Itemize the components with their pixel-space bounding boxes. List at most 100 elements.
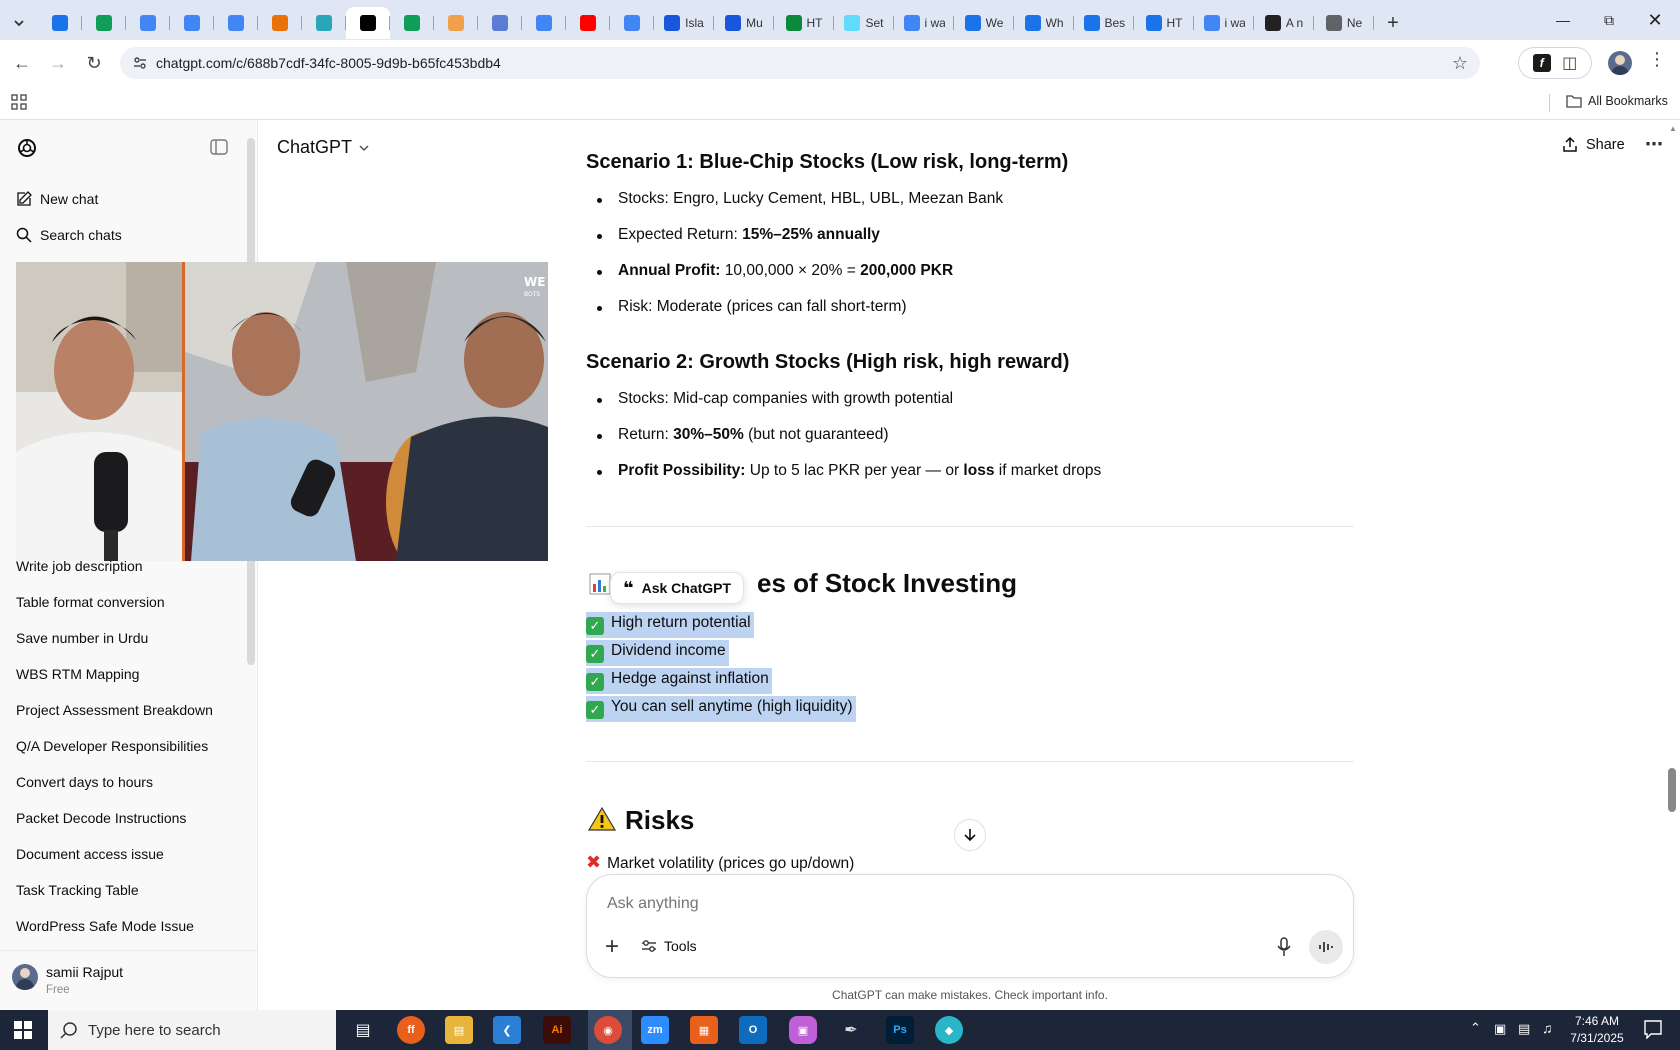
user-avatar[interactable]: [12, 964, 38, 990]
video-overlay[interactable]: WE BOTS: [16, 262, 548, 561]
browser-tab[interactable]: [566, 7, 610, 39]
microphone-icon[interactable]: [1276, 937, 1292, 962]
tab-title: Wh: [1045, 16, 1064, 30]
reload-button[interactable]: ↻: [79, 48, 109, 78]
minimize-button[interactable]: —: [1540, 0, 1586, 40]
creative-cloud-icon[interactable]: ▣: [789, 1016, 817, 1044]
forward-button[interactable]: →: [43, 48, 73, 78]
task-view-icon[interactable]: ▤: [349, 1016, 377, 1044]
browser-tab[interactable]: [478, 7, 522, 39]
browser-tab[interactable]: [302, 7, 346, 39]
browser-tab[interactable]: i wa: [894, 7, 954, 39]
browser-menu-icon[interactable]: ⋮: [1648, 49, 1666, 70]
main-scrollbar-thumb[interactable]: [1668, 768, 1676, 812]
tray-display-icon[interactable]: ▣: [1494, 1021, 1506, 1037]
browser-tab[interactable]: [170, 7, 214, 39]
add-attachment-button[interactable]: +: [605, 935, 619, 959]
browser-tab[interactable]: [214, 7, 258, 39]
user-name[interactable]: samii Rajput: [46, 964, 123, 980]
ask-chatgpt-button[interactable]: ❝ Ask ChatGPT: [610, 572, 745, 604]
browser-tab[interactable]: Mu: [714, 7, 774, 39]
browser-tab[interactable]: Bes: [1074, 7, 1134, 39]
file-explorer-icon[interactable]: ▤: [445, 1016, 473, 1044]
browser-tab[interactable]: [346, 7, 390, 39]
vscode-icon[interactable]: ❮: [493, 1016, 521, 1044]
browser-tab[interactable]: [434, 7, 478, 39]
illustrator-icon[interactable]: Ai: [543, 1016, 571, 1044]
clock-date[interactable]: 7/31/2025: [1567, 1031, 1627, 1045]
chat-history-item[interactable]: Project Assessment Breakdown: [16, 702, 213, 718]
browser-tab[interactable]: Isla: [654, 7, 714, 39]
chat-history-item[interactable]: Task Tracking Table: [16, 882, 139, 898]
new-chat-button[interactable]: New chat: [16, 191, 98, 207]
browser-tab[interactable]: Set: [834, 7, 894, 39]
address-bar[interactable]: chatgpt.com/c/688b7cdf-34fc-8005-9d9b-b6…: [120, 47, 1480, 79]
browser-tab[interactable]: [522, 7, 566, 39]
notification-center-icon[interactable]: [1643, 1019, 1663, 1044]
extension-f-icon[interactable]: f: [1532, 54, 1551, 72]
clock-time[interactable]: 7:46 AM: [1567, 1014, 1627, 1028]
apps-grid-icon[interactable]: [11, 94, 27, 115]
chat-history-item[interactable]: Packet Decode Instructions: [16, 810, 186, 826]
chat-history-item[interactable]: Save number in Urdu: [16, 630, 148, 646]
scroll-up-arrow-icon[interactable]: ▲: [1669, 124, 1677, 133]
app-grid-orange-icon[interactable]: ▦: [690, 1016, 718, 1044]
share-button[interactable]: Share: [1562, 137, 1625, 153]
advantage-item: ✓ Dividend income: [586, 640, 729, 666]
search-chats-button[interactable]: Search chats: [16, 227, 122, 243]
volume-icon[interactable]: ♫: [1542, 1020, 1553, 1036]
user-plan: Free: [46, 984, 70, 996]
chat-history-item[interactable]: Q/A Developer Responsibilities: [16, 738, 208, 754]
chat-history-item[interactable]: Convert days to hours: [16, 774, 153, 790]
browser-tab[interactable]: [258, 7, 302, 39]
restore-button[interactable]: ⧉: [1586, 0, 1632, 40]
message-input[interactable]: [607, 889, 1307, 919]
new-tab-button[interactable]: +: [1378, 7, 1408, 39]
browser-tab[interactable]: HT: [774, 7, 834, 39]
tools-button[interactable]: Tools: [641, 938, 697, 954]
pen-tool-icon[interactable]: ✒: [837, 1016, 865, 1044]
browser-tab[interactable]: [610, 7, 654, 39]
tab-favicon-icon: [844, 15, 861, 31]
toggle-sidebar-icon[interactable]: [210, 139, 228, 160]
network-icon[interactable]: ▤: [1518, 1021, 1530, 1037]
close-window-button[interactable]: ✕: [1632, 0, 1678, 40]
back-button[interactable]: ←: [7, 48, 37, 78]
divider: [586, 761, 1354, 762]
taskbar-search-box[interactable]: Type here to search: [48, 1010, 336, 1050]
browser-tab[interactable]: [82, 7, 126, 39]
windows-start-icon[interactable]: [14, 1021, 32, 1044]
browser-tab[interactable]: Ne: [1314, 7, 1374, 39]
browser-tab[interactable]: [390, 7, 434, 39]
extensions-puzzle-icon[interactable]: ◫: [1562, 53, 1577, 73]
app-cyan-icon[interactable]: ◆: [935, 1016, 963, 1044]
tab-favicon-icon: [228, 15, 244, 31]
photoshop-icon[interactable]: Ps: [886, 1016, 914, 1044]
chat-history-item[interactable]: Table format conversion: [16, 594, 165, 610]
chat-history-item[interactable]: WordPress Safe Mode Issue: [16, 918, 194, 934]
bookmark-star-icon[interactable]: ☆: [1452, 53, 1468, 74]
browser-tab[interactable]: [126, 7, 170, 39]
scroll-to-bottom-button[interactable]: [954, 819, 986, 851]
chat-history-item[interactable]: Document access issue: [16, 846, 164, 862]
all-bookmarks-button[interactable]: All Bookmarks: [1566, 94, 1668, 108]
more-options-icon[interactable]: ⋯: [1645, 134, 1663, 155]
browser-tab[interactable]: [38, 7, 82, 39]
voice-mode-button[interactable]: [1309, 930, 1343, 964]
chrome-icon[interactable]: ◉: [594, 1016, 622, 1044]
profile-avatar[interactable]: [1608, 51, 1632, 75]
firefox-icon[interactable]: ff: [397, 1016, 425, 1044]
browser-tab[interactable]: A n: [1254, 7, 1314, 39]
browser-tab[interactable]: HT: [1134, 7, 1194, 39]
tab-search-icon[interactable]: [0, 7, 38, 39]
site-info-icon[interactable]: [132, 55, 148, 74]
zoom-icon[interactable]: zm: [641, 1016, 669, 1044]
browser-tab[interactable]: i wa: [1194, 7, 1254, 39]
tray-chevron-icon[interactable]: ⌃: [1470, 1020, 1481, 1036]
browser-tab[interactable]: We: [954, 7, 1014, 39]
outlook-icon[interactable]: O: [739, 1016, 767, 1044]
model-selector[interactable]: ChatGPT: [277, 137, 370, 158]
chat-history-item[interactable]: WBS RTM Mapping: [16, 666, 139, 682]
openai-logo-icon[interactable]: [16, 137, 38, 164]
browser-tab[interactable]: Wh: [1014, 7, 1074, 39]
